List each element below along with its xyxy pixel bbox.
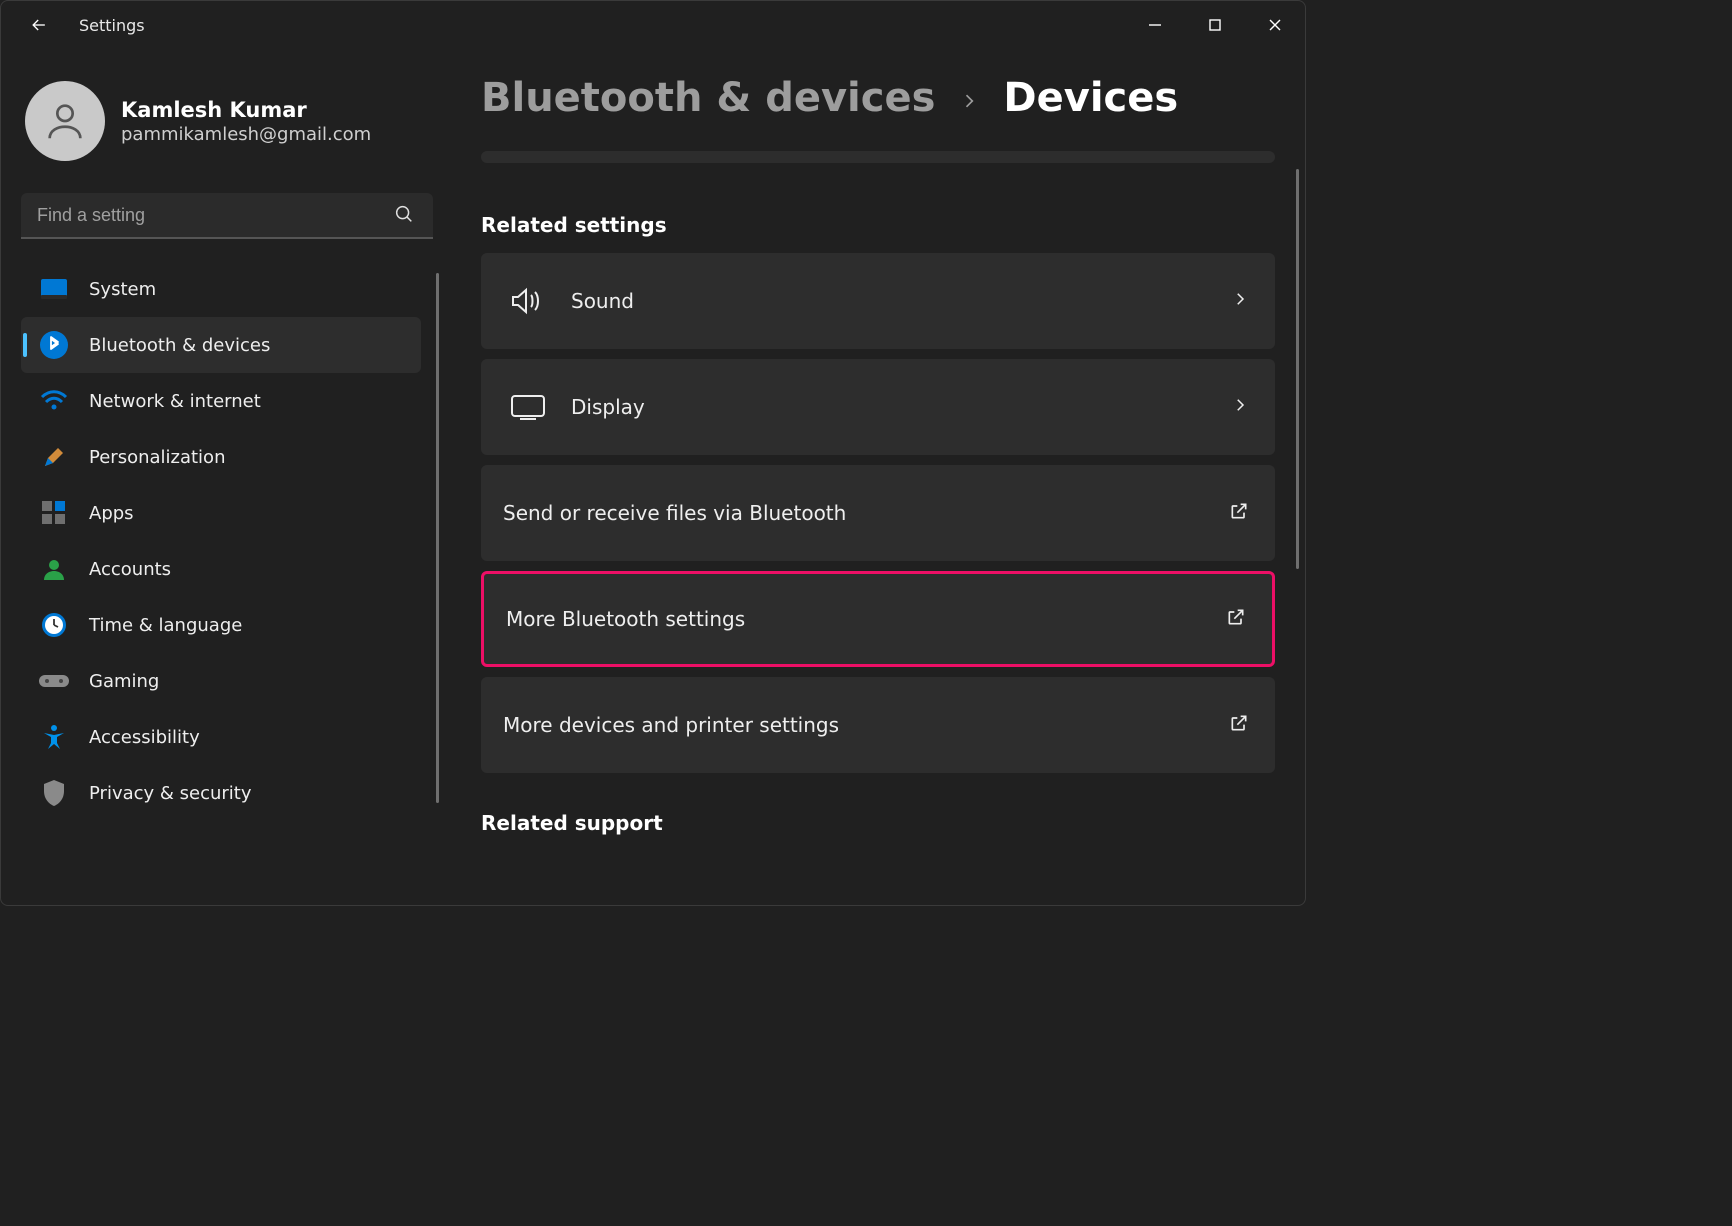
content-stub xyxy=(481,151,1275,163)
sidebar-item-label: Personalization xyxy=(89,447,225,468)
bluetooth-icon xyxy=(39,330,69,360)
sidebar-item-label: Accounts xyxy=(89,559,171,580)
breadcrumb-parent[interactable]: Bluetooth & devices xyxy=(481,75,935,121)
sidebar-item-label: Accessibility xyxy=(89,727,200,748)
sidebar-item-accessibility[interactable]: Accessibility xyxy=(21,709,421,765)
profile-name: Kamlesh Kumar xyxy=(121,98,371,122)
app-title: Settings xyxy=(79,16,145,35)
open-external-icon xyxy=(1229,501,1249,525)
profile-email: pammikamlesh@gmail.com xyxy=(121,124,371,145)
sidebar-item-label: Privacy & security xyxy=(89,783,252,804)
card-label: Sound xyxy=(571,289,1231,313)
sidebar-item-label: Gaming xyxy=(89,671,159,692)
sidebar-item-apps[interactable]: Apps xyxy=(21,485,421,541)
open-external-icon xyxy=(1226,607,1246,631)
breadcrumb: Bluetooth & devices Devices xyxy=(481,75,1275,121)
window-controls xyxy=(1125,5,1305,45)
close-icon xyxy=(1268,18,1282,32)
shield-icon xyxy=(39,778,69,808)
main-scrollbar[interactable] xyxy=(1296,169,1299,569)
card-label: Send or receive files via Bluetooth xyxy=(503,501,1229,525)
minimize-button[interactable] xyxy=(1125,5,1185,45)
sidebar-item-bluetooth-devices[interactable]: Bluetooth & devices xyxy=(21,317,421,373)
setting-card-display[interactable]: Display xyxy=(481,359,1275,455)
sidebar-item-label: Bluetooth & devices xyxy=(89,335,270,356)
setting-card-send-receive-bluetooth[interactable]: Send or receive files via Bluetooth xyxy=(481,465,1275,561)
chevron-right-icon xyxy=(959,81,979,119)
chevron-right-icon xyxy=(1231,396,1249,418)
sidebar: Kamlesh Kumar pammikamlesh@gmail.com Sys… xyxy=(1,49,451,905)
user-icon xyxy=(42,98,88,144)
section-title-related-support: Related support xyxy=(481,811,1275,835)
section-title-related-settings: Related settings xyxy=(481,213,1275,237)
maximize-button[interactable] xyxy=(1185,5,1245,45)
gamepad-icon xyxy=(39,666,69,696)
setting-card-sound[interactable]: Sound xyxy=(481,253,1275,349)
search-wrap xyxy=(21,193,433,239)
card-label: More Bluetooth settings xyxy=(506,607,1226,631)
sidebar-item-accounts[interactable]: Accounts xyxy=(21,541,421,597)
sidebar-item-system[interactable]: System xyxy=(21,261,421,317)
sidebar-nav: System Bluetooth & devices Network & int… xyxy=(21,261,451,821)
chevron-right-icon xyxy=(1231,290,1249,312)
sidebar-item-label: Time & language xyxy=(89,615,242,636)
close-button[interactable] xyxy=(1245,5,1305,45)
sidebar-item-gaming[interactable]: Gaming xyxy=(21,653,421,709)
accessibility-icon xyxy=(39,722,69,752)
minimize-icon xyxy=(1148,18,1162,32)
paintbrush-icon xyxy=(39,442,69,472)
sidebar-scrollbar[interactable] xyxy=(436,273,439,803)
avatar xyxy=(25,81,105,161)
person-icon xyxy=(39,554,69,584)
sidebar-item-time-language[interactable]: Time & language xyxy=(21,597,421,653)
card-label: Display xyxy=(571,395,1231,419)
sidebar-item-personalization[interactable]: Personalization xyxy=(21,429,421,485)
titlebar: Settings xyxy=(1,1,1305,49)
wifi-icon xyxy=(39,386,69,416)
sidebar-item-label: Apps xyxy=(89,503,134,524)
arrow-left-icon xyxy=(29,15,49,35)
search-icon xyxy=(393,203,415,229)
maximize-icon xyxy=(1208,18,1222,32)
main-content: Bluetooth & devices Devices Related sett… xyxy=(451,49,1305,905)
profile-block[interactable]: Kamlesh Kumar pammikamlesh@gmail.com xyxy=(21,69,451,185)
search-input[interactable] xyxy=(21,193,433,239)
back-button[interactable] xyxy=(19,5,59,45)
setting-card-more-bluetooth-settings[interactable]: More Bluetooth settings xyxy=(481,571,1275,667)
sidebar-item-network[interactable]: Network & internet xyxy=(21,373,421,429)
apps-icon xyxy=(39,498,69,528)
open-external-icon xyxy=(1229,713,1249,737)
display-icon xyxy=(507,386,549,428)
sound-icon xyxy=(507,280,549,322)
breadcrumb-current: Devices xyxy=(1003,75,1178,121)
setting-card-more-devices-printer[interactable]: More devices and printer settings xyxy=(481,677,1275,773)
sidebar-item-label: System xyxy=(89,279,156,300)
card-label: More devices and printer settings xyxy=(503,713,1229,737)
sidebar-item-privacy-security[interactable]: Privacy & security xyxy=(21,765,421,821)
monitor-icon xyxy=(39,274,69,304)
sidebar-item-label: Network & internet xyxy=(89,391,261,412)
clock-icon xyxy=(39,610,69,640)
